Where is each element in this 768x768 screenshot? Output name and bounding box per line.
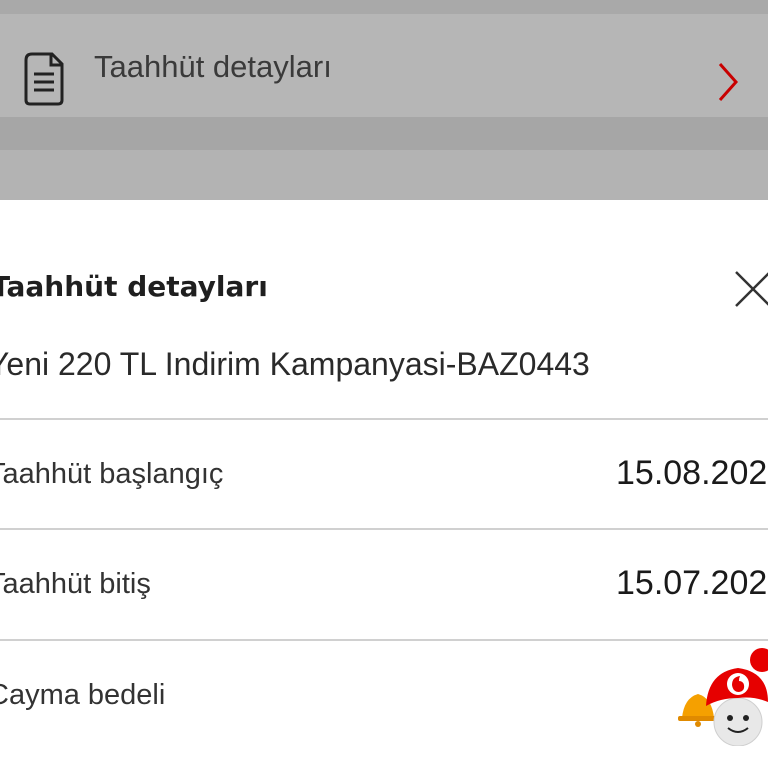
start-date-value: 15.08.2024 [616,454,768,492]
commitment-details-row[interactable]: Taahhüt detayları [0,14,768,117]
assistant-mascot-icon[interactable] [676,646,768,746]
commitment-details-label: Taahhüt detayları [94,49,332,84]
campaign-name: Yeni 220 TL Indirim Kampanyasi-BAZ0443 [0,346,590,382]
chevron-right-icon [718,63,739,101]
background-strip [0,0,768,14]
background-separator [0,117,768,150]
background-lower [0,150,768,200]
start-date-label: Taahhüt başlangıç [0,458,224,490]
end-date-value: 15.07.2025 [616,564,768,602]
divider [0,418,768,420]
sheet-title: Taahhüt detayları [0,270,268,303]
commitment-details-sheet: Taahhüt detayları Yeni 220 TL Indirim Ka… [0,200,768,768]
cancellation-fee-label: Cayma bedeli [0,679,166,711]
document-icon [24,52,64,106]
close-icon[interactable] [730,266,768,310]
divider [0,639,768,641]
end-date-label: Taahhüt bitiş [0,568,151,600]
divider [0,528,768,530]
